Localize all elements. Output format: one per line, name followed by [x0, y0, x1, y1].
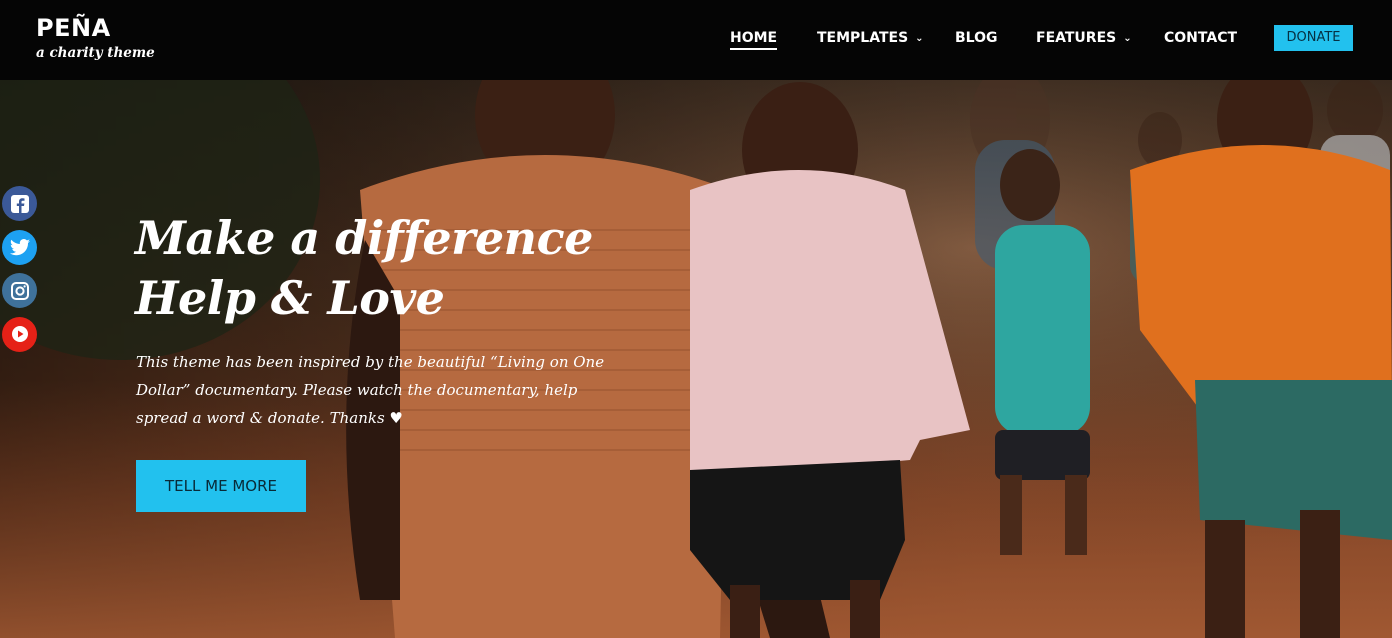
chevron-down-icon: ⌄	[915, 33, 924, 44]
main-nav: HOME TEMPLATES ⌄ BLOG FEATURES ⌄ CONTACT D…	[0, 0, 1392, 80]
nav-item-blog[interactable]: BLOG	[955, 28, 998, 48]
donate-button[interactable]: DONATE	[1274, 25, 1353, 51]
twitter-icon	[9, 238, 30, 255]
hero-title: Make a difference Help & Love	[135, 208, 593, 328]
site-header: PEÑA a charity theme HOME TEMPLATES ⌄ BLO…	[0, 0, 1392, 80]
twitter-button[interactable]	[2, 229, 37, 265]
instagram-button[interactable]	[2, 273, 37, 308]
chevron-down-icon: ⌄	[1123, 33, 1132, 44]
nav-item-features[interactable]: FEATURES ⌄	[1036, 28, 1132, 49]
nav-item-label: HOME	[730, 30, 778, 46]
youtube-button[interactable]	[2, 316, 37, 352]
youtube-icon	[11, 326, 28, 342]
nav-item-label: FEATURES	[1036, 30, 1117, 46]
hero-title-line-1: Make a difference	[135, 211, 593, 265]
nav-item-label: TEMPLATES	[817, 30, 909, 46]
instagram-icon	[10, 281, 29, 300]
tell-me-more-button[interactable]: TELL ME MORE	[136, 460, 306, 512]
facebook-icon	[10, 194, 29, 213]
hero-description: This theme has been inspired by the beau…	[136, 353, 605, 427]
nav-item-label: BLOG	[955, 30, 998, 46]
hero-title-line-2: Help & Love	[135, 271, 445, 325]
nav-item-home[interactable]: HOME	[730, 28, 778, 50]
nav-item-contact[interactable]: CONTACT	[1164, 28, 1237, 48]
nav-item-templates[interactable]: TEMPLATES ⌄	[817, 28, 924, 49]
nav-item-label: CONTACT	[1164, 30, 1238, 46]
social-sidebar	[2, 186, 37, 360]
hero-section: Make a difference Help & Love This theme…	[0, 80, 1392, 638]
facebook-button[interactable]	[2, 186, 37, 221]
